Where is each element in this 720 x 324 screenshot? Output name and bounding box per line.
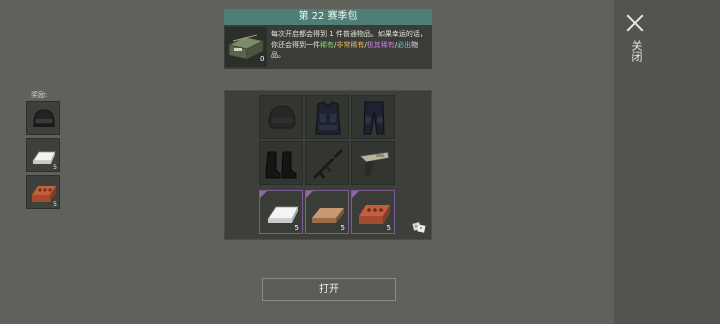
dice-icon[interactable] [412,220,426,234]
pistol-icon [358,151,390,176]
bonus-qty: 5 [294,224,299,232]
vest-icon [315,101,341,135]
close-icon[interactable] [624,12,646,34]
open-button[interactable]: 打开 [262,278,396,301]
grid-slot-assault-rifle[interactable] [305,141,349,185]
grid-slot-pistol[interactable] [351,141,395,185]
grid-slot-boots[interactable] [259,141,303,185]
desc-rare: 稀有 [320,40,334,49]
helmet-icon [33,109,55,127]
reward-qty: 5 [53,164,57,171]
reward-slot-silver-ingot[interactable]: 5 [26,138,60,172]
bonus-qty: 5 [340,224,345,232]
helmet-icon [268,105,296,129]
season-pack-header: 第 22 赛季包 0 每次开启都会得到 1 件普通物品。如果幸运的话，你还会得到… [224,9,432,69]
season-pack-description: 每次开启都会得到 1 件普通物品。如果幸运的话，你还会得到一件稀有/非常稀有/极… [271,29,431,61]
rewards-label: 奖励: [31,91,48,99]
grid-slot-armored-pants[interactable] [351,95,395,139]
desc-guaranteed: 必出 [397,40,412,49]
pants-icon [363,101,385,135]
reward-slot-brick[interactable]: 5 [26,175,60,209]
bonus-slot-brick[interactable]: 5 [351,190,395,234]
boots-icon [265,151,297,179]
reward-qty: 5 [53,201,57,208]
bonus-slot-wood-plank[interactable]: 5 [305,190,349,234]
rifle-icon [312,148,344,180]
pack-quantity: 0 [260,55,265,63]
desc-ultra-rare: 极其稀有 [366,40,395,49]
bonus-qty: 5 [386,224,391,232]
bonus-slot-silver-ingot[interactable]: 5 [259,190,303,234]
close-label[interactable]: 关闭 [628,40,643,62]
season-pack-body: 0 每次开启都会得到 1 件普通物品。如果幸运的话，你还会得到一件稀有/非常稀有… [224,25,432,69]
desc-very-rare: 非常稀有 [336,40,365,49]
reward-slot-helmet[interactable] [26,101,60,135]
grid-slot-helmet[interactable] [259,95,303,139]
grid-slot-body-armor[interactable] [305,95,349,139]
season-pack-title: 第 22 赛季包 [224,9,432,25]
